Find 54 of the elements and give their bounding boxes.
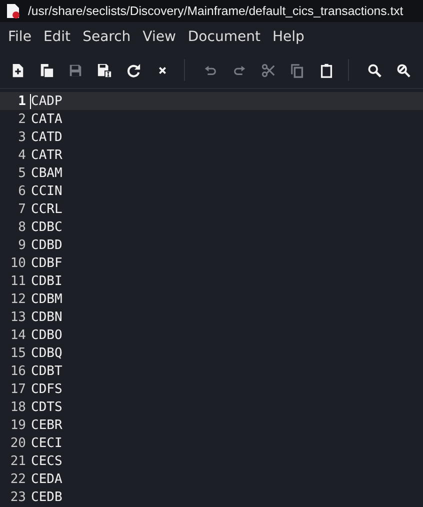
text-line: CDBM [30, 292, 62, 306]
line-number: 16 [9, 364, 27, 378]
line-number: 18 [9, 400, 27, 414]
line-number: 2 [17, 112, 27, 126]
text-line: CDBD [30, 238, 62, 252]
text-line: CDBC [30, 220, 62, 234]
line-number: 5 [17, 166, 27, 180]
menu-item[interactable]: View [136, 25, 182, 49]
text-line: CDFS [30, 382, 62, 396]
line-number: 12 [9, 292, 27, 306]
text-line: CATA [30, 112, 62, 126]
line-number: 11 [9, 274, 27, 288]
line-number: 22 [9, 472, 27, 486]
line-number: 13 [9, 310, 27, 324]
text-line: CECI [30, 436, 62, 450]
line-number: 9 [17, 238, 27, 252]
text-editor-icon [6, 3, 20, 19]
menu-item[interactable]: Search [76, 25, 137, 49]
menu-item[interactable]: File [2, 25, 38, 49]
text-line: CDBF [30, 256, 62, 270]
text-line: CDTS [30, 400, 62, 414]
menu-item[interactable]: Edit [37, 25, 77, 49]
line-number: 4 [17, 148, 27, 162]
text-line: CEBR [30, 418, 62, 432]
text-line: CDBO [30, 328, 62, 342]
menu-item[interactable]: Document [182, 25, 266, 49]
line-number: 3 [17, 130, 27, 144]
text-line: CDBI [30, 274, 62, 288]
line-number: 10 [9, 256, 27, 270]
menu-item[interactable]: Help [266, 25, 310, 49]
line-number: 6 [17, 184, 27, 198]
line-number: 19 [9, 418, 27, 432]
line-number: 14 [9, 328, 27, 342]
text-line: CATD [30, 130, 62, 144]
line-number: 20 [9, 436, 27, 450]
text-line: CDBT [30, 364, 62, 378]
line-number: 1 [17, 94, 27, 108]
text-line: CATR [30, 148, 62, 162]
text-line: CEDA [30, 472, 62, 486]
window-title: /usr/share/seclists/Discovery/Mainframe/default_cics_transactions.txt [28, 4, 404, 18]
text-line: CADP [30, 94, 62, 108]
text-line: CDBQ [30, 346, 62, 360]
text-line: CCRL [30, 202, 62, 216]
text-line: CEDB [30, 490, 62, 504]
line-number: 17 [9, 382, 27, 396]
line-number: 7 [17, 202, 27, 216]
text-line: CBAM [30, 166, 62, 180]
line-number: 21 [9, 454, 27, 468]
text-line: CECS [30, 454, 62, 468]
text-line: CDBN [30, 310, 62, 324]
line-number: 15 [9, 346, 27, 360]
text-line: CCIN [30, 184, 62, 198]
line-number: 8 [17, 220, 27, 234]
line-number: 23 [9, 490, 27, 504]
